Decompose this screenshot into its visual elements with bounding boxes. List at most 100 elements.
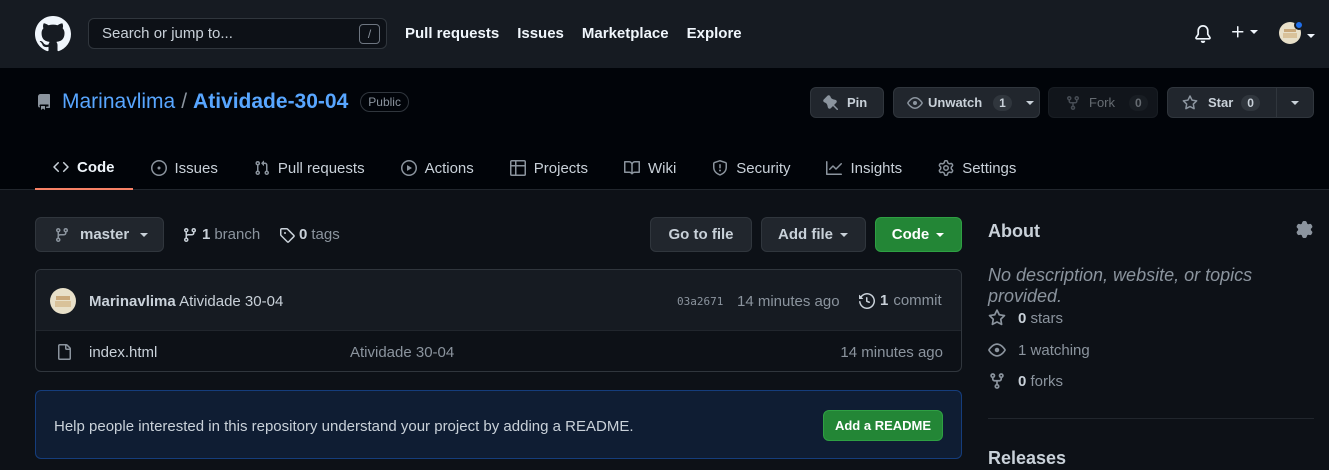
file-name[interactable]: index.html bbox=[89, 344, 157, 361]
repo-separator: / bbox=[181, 90, 188, 113]
readme-prompt: Help people interested in this repositor… bbox=[35, 390, 962, 459]
eye-icon bbox=[988, 343, 1006, 357]
caret-down-icon bbox=[1025, 100, 1034, 105]
issue-icon bbox=[150, 160, 167, 176]
stars-label: stars bbox=[1030, 309, 1064, 327]
search-input[interactable]: Search or jump to... / bbox=[88, 18, 387, 49]
branch-selector[interactable]: master bbox=[35, 217, 164, 252]
tab-settings[interactable]: Settings bbox=[920, 146, 1034, 190]
tab-actions-label: Actions bbox=[424, 159, 474, 177]
branches-link[interactable]: 1 branch bbox=[182, 226, 260, 243]
pull-request-icon bbox=[255, 160, 269, 176]
create-new-menu[interactable] bbox=[1230, 24, 1259, 40]
shield-icon bbox=[713, 160, 728, 176]
star-button[interactable]: Star 0 bbox=[1167, 87, 1277, 118]
tab-security[interactable]: Security bbox=[694, 146, 808, 190]
stars-count: 0 bbox=[1018, 309, 1027, 327]
code-label: Code bbox=[891, 226, 930, 243]
file-commit-time: 14 minutes ago bbox=[840, 344, 943, 361]
watch-count: 1 bbox=[993, 94, 1012, 111]
latest-commit-row: Marinavlima Atividade 30-04 03a2671 14 m… bbox=[36, 270, 961, 331]
repo-owner-link[interactable]: Marinavlima bbox=[62, 90, 175, 114]
commit-message[interactable]: Atividade 30-04 bbox=[179, 293, 283, 310]
pin-button[interactable]: Pin bbox=[810, 87, 884, 118]
pin-icon bbox=[823, 94, 839, 110]
notification-dot-icon bbox=[1294, 20, 1304, 30]
tab-security-label: Security bbox=[736, 159, 791, 177]
global-nav: Pull requests Issues Marketplace Explore bbox=[405, 25, 742, 42]
releases-heading[interactable]: Releases bbox=[988, 448, 1066, 469]
tab-settings-label: Settings bbox=[962, 159, 1017, 177]
tab-wiki[interactable]: Wiki bbox=[606, 146, 694, 190]
star-count: 0 bbox=[1241, 94, 1260, 111]
repo-title: Marinavlima / Atividade-30-04 Public bbox=[62, 90, 409, 114]
history-icon bbox=[859, 292, 875, 309]
search-shortcut-badge: / bbox=[359, 24, 380, 44]
commit-sha[interactable]: 03a2671 bbox=[677, 295, 723, 308]
tab-code-label: Code bbox=[77, 158, 115, 176]
unwatch-button[interactable]: Unwatch 1 bbox=[893, 87, 1040, 118]
bell-icon[interactable] bbox=[1194, 24, 1212, 44]
go-to-file-label: Go to file bbox=[668, 226, 734, 243]
watchers-link[interactable]: 1 watching bbox=[988, 341, 1090, 359]
tab-insights[interactable]: Insights bbox=[808, 146, 920, 190]
github-logo-icon[interactable] bbox=[35, 16, 71, 52]
pin-label: Pin bbox=[847, 95, 868, 110]
go-to-file-button[interactable]: Go to file bbox=[650, 217, 752, 252]
play-icon bbox=[400, 160, 417, 176]
star-label: Star bbox=[1208, 95, 1234, 110]
nav-marketplace[interactable]: Marketplace bbox=[582, 25, 669, 42]
stars-link[interactable]: 0 stars bbox=[988, 309, 1063, 327]
nav-explore[interactable]: Explore bbox=[687, 25, 742, 42]
sidebar-divider bbox=[988, 418, 1314, 419]
repo-name-link[interactable]: Atividade-30-04 bbox=[193, 90, 348, 114]
fork-count: 0 bbox=[1129, 94, 1148, 111]
tab-projects[interactable]: Projects bbox=[492, 146, 606, 190]
file-icon bbox=[56, 344, 72, 360]
fork-label: Fork bbox=[1089, 95, 1115, 110]
watching-label: watching bbox=[1030, 341, 1090, 359]
tab-pull-requests-label: Pull requests bbox=[277, 159, 365, 177]
branch-count: 1 bbox=[202, 226, 211, 243]
file-list: Marinavlima Atividade 30-04 03a2671 14 m… bbox=[35, 269, 962, 372]
tab-issues[interactable]: Issues bbox=[133, 146, 236, 190]
readme-prompt-text: Help people interested in this repositor… bbox=[54, 418, 634, 435]
tags-link[interactable]: 0 tags bbox=[279, 226, 340, 243]
tab-code[interactable]: Code bbox=[35, 146, 133, 190]
table-icon bbox=[509, 160, 526, 176]
caret-down-icon[interactable] bbox=[1306, 31, 1316, 41]
add-readme-label: Add a README bbox=[834, 418, 932, 433]
tab-actions[interactable]: Actions bbox=[383, 146, 492, 190]
code-button[interactable]: Code bbox=[875, 217, 962, 252]
star-list-dropdown[interactable] bbox=[1276, 87, 1314, 118]
nav-issues[interactable]: Issues bbox=[517, 25, 564, 42]
commit-author[interactable]: Marinavlima bbox=[89, 293, 176, 310]
tab-projects-label: Projects bbox=[533, 159, 588, 177]
fork-button[interactable]: Fork 0 bbox=[1048, 87, 1158, 118]
caret-down-icon bbox=[1291, 100, 1299, 105]
add-readme-button[interactable]: Add a README bbox=[823, 410, 943, 441]
commit-count: 1 bbox=[880, 292, 889, 309]
branch-name: master bbox=[80, 226, 130, 243]
file-commit-message[interactable]: Atividade 30-04 bbox=[350, 344, 454, 361]
commit-author-avatar[interactable] bbox=[50, 288, 76, 314]
star-icon bbox=[988, 309, 1006, 326]
forks-link[interactable]: 0 forks bbox=[988, 372, 1063, 390]
about-description: No description, website, or topics provi… bbox=[988, 265, 1253, 306]
eye-icon bbox=[907, 96, 923, 109]
commit-history-link[interactable]: 1 commit bbox=[859, 292, 942, 309]
visibility-badge: Public bbox=[360, 92, 409, 112]
commit-summary: Marinavlima Atividade 30-04 bbox=[89, 293, 283, 310]
file-row[interactable]: index.html Atividade 30-04 14 minutes ag… bbox=[36, 331, 961, 371]
graph-icon bbox=[826, 161, 843, 175]
gear-icon[interactable] bbox=[1296, 221, 1313, 238]
star-icon bbox=[1182, 94, 1198, 109]
tab-pull-requests[interactable]: Pull requests bbox=[236, 146, 383, 190]
repo-tabs: Code Issues Pull requests Actions Projec… bbox=[35, 146, 1034, 190]
watching-count: 1 bbox=[1018, 341, 1027, 359]
forks-count: 0 bbox=[1018, 372, 1027, 390]
caret-down-icon bbox=[140, 232, 149, 237]
add-file-button[interactable]: Add file bbox=[761, 217, 866, 252]
nav-pull-requests[interactable]: Pull requests bbox=[405, 25, 499, 42]
forks-label: forks bbox=[1030, 372, 1064, 390]
